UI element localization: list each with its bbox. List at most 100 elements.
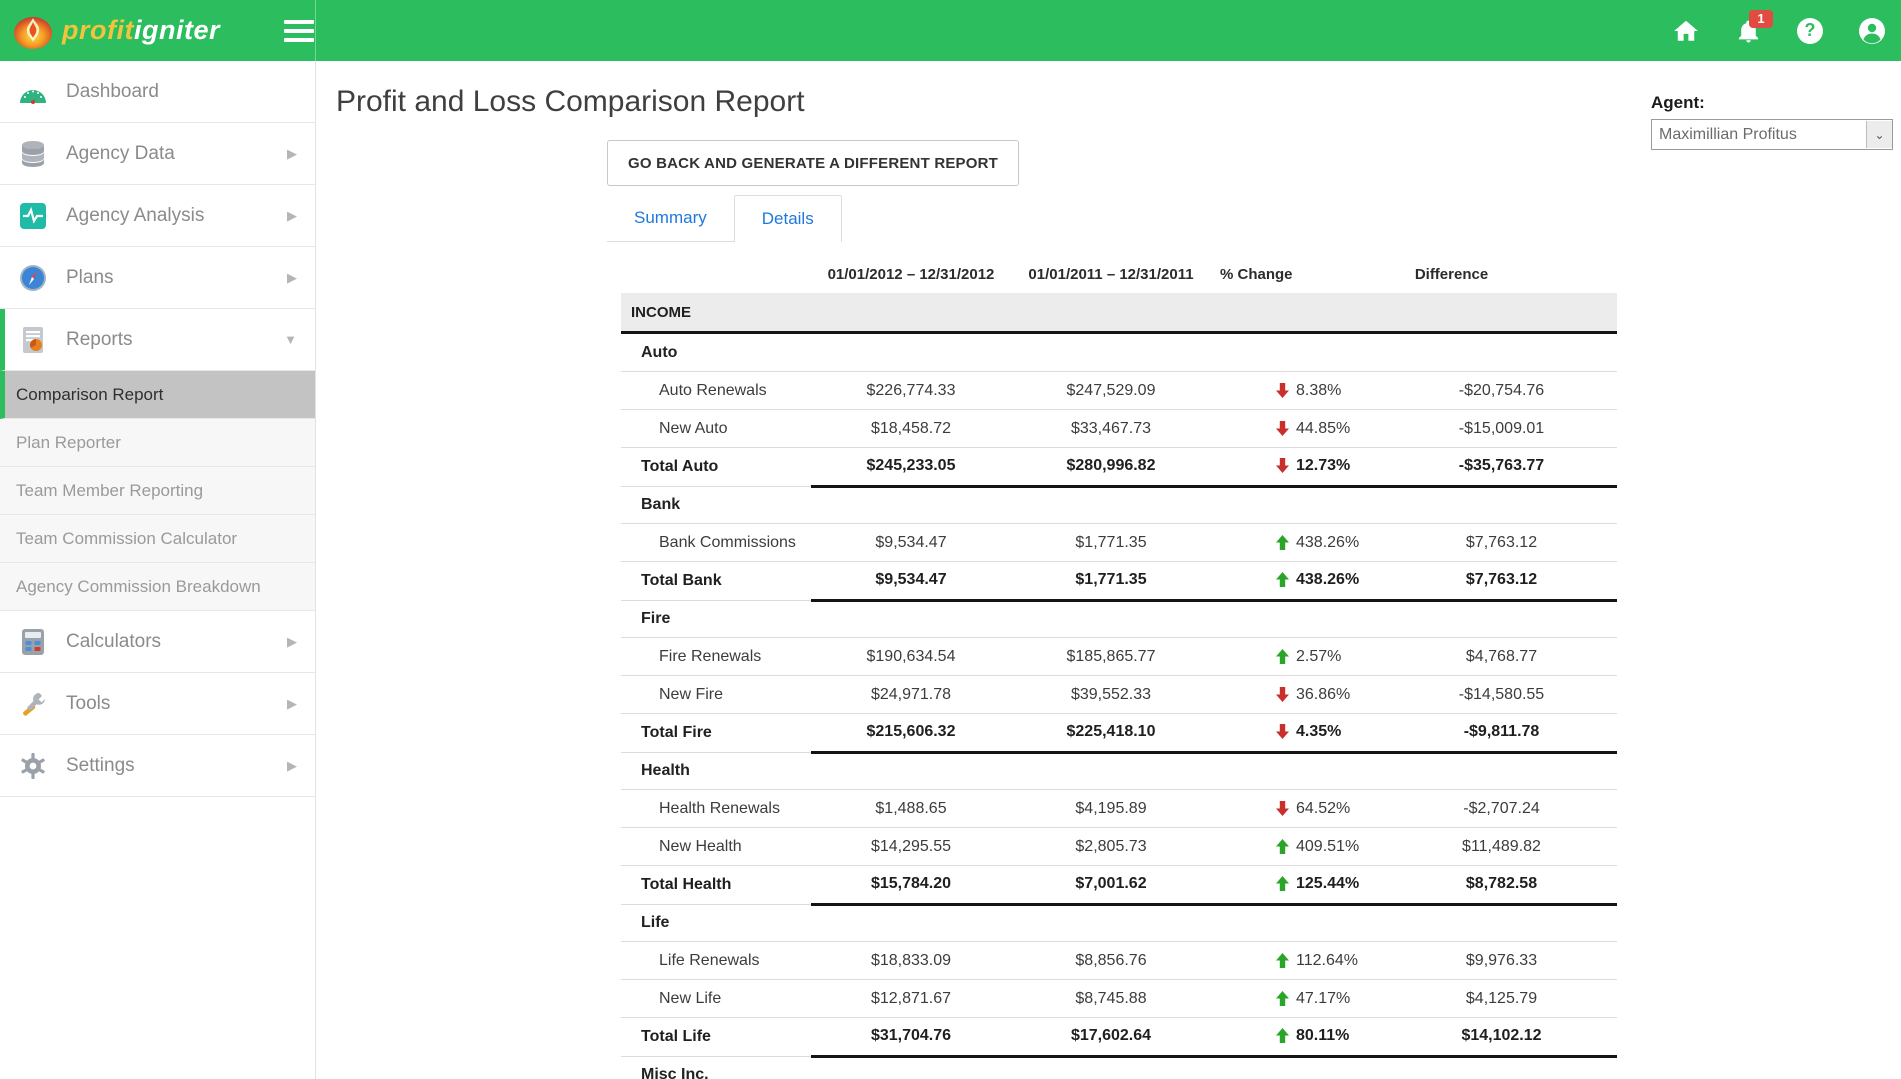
sidebar-item-agency-data[interactable]: Agency Data ▶ <box>0 123 315 185</box>
sidebar-item-dashboard[interactable]: Dashboard <box>0 61 315 123</box>
account-icon[interactable] <box>1859 18 1885 44</box>
value-2011 <box>1011 486 1211 523</box>
data-row: New Life$12,871.67$8,745.8847.17%$4,125.… <box>621 980 1617 1018</box>
tab-details[interactable]: Details <box>734 195 842 242</box>
difference: $7,763.12 <box>1386 524 1617 561</box>
difference <box>1386 600 1617 637</box>
sidebar-subitem-agency-commission-breakdown[interactable]: Agency Commission Breakdown <box>0 563 315 611</box>
sidebar-item-label: Plans <box>66 267 114 289</box>
sidebar-item-calculators[interactable]: Calculators ▶ <box>0 611 315 673</box>
chevron-right-icon: ▶ <box>287 146 297 162</box>
up-arrow-icon <box>1276 839 1289 854</box>
down-arrow-icon <box>1276 458 1289 473</box>
row-label: Misc Inc. <box>621 1056 811 1079</box>
difference: -$20,754.76 <box>1386 372 1617 409</box>
data-row: Bank Commissions$9,534.47$1,771.35438.26… <box>621 524 1617 562</box>
value-2011: $8,856.76 <box>1011 942 1211 979</box>
menu-toggle-icon[interactable] <box>284 20 314 42</box>
brand-logo[interactable]: profitigniter <box>0 11 262 51</box>
sidebar-item-label: Settings <box>66 755 135 777</box>
chevron-down-icon: ▼ <box>284 332 297 347</box>
pulse-chart-icon <box>18 201 48 231</box>
total-row: Total Fire$215,606.32$225,418.104.35%-$9… <box>621 714 1617 752</box>
down-arrow-icon <box>1276 383 1289 398</box>
row-label: Total Auto <box>621 448 811 487</box>
row-label: Health Renewals <box>621 790 811 827</box>
data-row: Fire Renewals$190,634.54$185,865.772.57%… <box>621 638 1617 676</box>
value-2011: $185,865.77 <box>1011 638 1211 675</box>
main-content: Profit and Loss Comparison Report Agent:… <box>316 61 1901 1079</box>
sidebar-item-label: Agency Data <box>66 143 175 165</box>
section-row: Auto <box>621 334 1617 372</box>
difference: -$14,580.55 <box>1386 676 1617 713</box>
row-label: Bank Commissions <box>621 524 811 561</box>
value-2011 <box>1011 600 1211 637</box>
value-2011: $280,996.82 <box>1011 447 1211 488</box>
sidebar-subitem-team-member-reporting[interactable]: Team Member Reporting <box>0 467 315 515</box>
value-2012: $14,295.55 <box>811 828 1011 865</box>
select-arrow-icon: ⌄ <box>1866 121 1892 148</box>
row-label: Fire Renewals <box>621 638 811 675</box>
section-income-header: INCOME <box>621 293 1617 334</box>
value-2011: $2,805.73 <box>1011 828 1211 865</box>
flame-logo-icon <box>12 11 54 51</box>
up-arrow-icon <box>1276 991 1289 1006</box>
help-icon[interactable]: ? <box>1797 18 1823 44</box>
percent-change: 64.52% <box>1211 790 1386 827</box>
tab-summary[interactable]: Summary <box>607 195 734 242</box>
sidebar-item-settings[interactable]: Settings ▶ <box>0 735 315 797</box>
sidebar-subitem-plan-reporter[interactable]: Plan Reporter <box>0 419 315 467</box>
value-2011 <box>1011 334 1211 371</box>
up-arrow-icon <box>1276 876 1289 891</box>
sidebar-item-agency-analysis[interactable]: Agency Analysis ▶ <box>0 185 315 247</box>
section-row: Life <box>621 904 1617 942</box>
section-row: Bank <box>621 486 1617 524</box>
row-label: Auto Renewals <box>621 372 811 409</box>
value-2011: $33,467.73 <box>1011 410 1211 447</box>
row-label: Life <box>621 904 811 941</box>
top-bar: profitigniter 1 ? <box>0 0 1901 61</box>
sidebar-item-plans[interactable]: Plans ▶ <box>0 247 315 309</box>
comparison-table: 01/01/2012 – 12/31/2012 01/01/2011 – 12/… <box>621 255 1617 1079</box>
sidebar-subitem-team-commission-calculator[interactable]: Team Commission Calculator <box>0 515 315 563</box>
header-period-2011: 01/01/2011 – 12/31/2011 <box>1011 255 1211 293</box>
data-row: Life Renewals$18,833.09$8,856.76112.64%$… <box>621 942 1617 980</box>
go-back-button[interactable]: GO BACK AND GENERATE A DIFFERENT REPORT <box>607 140 1019 186</box>
difference: $14,102.12 <box>1386 1017 1617 1058</box>
notifications-bell-icon[interactable]: 1 <box>1735 18 1761 44</box>
value-2011: $8,745.88 <box>1011 980 1211 1017</box>
difference <box>1386 334 1617 371</box>
difference <box>1386 904 1617 941</box>
difference <box>1386 752 1617 789</box>
up-arrow-icon <box>1276 535 1289 550</box>
difference: -$15,009.01 <box>1386 410 1617 447</box>
value-2011 <box>1011 1056 1211 1079</box>
value-2012 <box>811 334 1011 371</box>
value-2011: $39,552.33 <box>1011 676 1211 713</box>
header-percent-change: % Change <box>1211 255 1386 293</box>
data-row: New Auto$18,458.72$33,467.7344.85%-$15,0… <box>621 410 1617 448</box>
percent-change <box>1211 486 1386 523</box>
up-arrow-icon <box>1276 1028 1289 1043</box>
value-2012: $9,534.47 <box>811 561 1011 602</box>
value-2012 <box>811 752 1011 789</box>
sidebar-item-label: Calculators <box>66 631 161 653</box>
calculator-icon <box>18 627 48 657</box>
difference: $9,976.33 <box>1386 942 1617 979</box>
topbar-divider <box>315 0 316 61</box>
percent-change <box>1211 1056 1386 1079</box>
sidebar-item-tools[interactable]: Tools ▶ <box>0 673 315 735</box>
sidebar-subitem-comparison-report[interactable]: Comparison Report <box>0 371 315 419</box>
value-2012: $190,634.54 <box>811 638 1011 675</box>
percent-change: 438.26% <box>1211 561 1386 602</box>
down-arrow-icon <box>1276 687 1289 702</box>
percent-change: 125.44% <box>1211 865 1386 906</box>
difference: -$2,707.24 <box>1386 790 1617 827</box>
sidebar-item-label: Agency Analysis <box>66 205 204 227</box>
header-period-2012: 01/01/2012 – 12/31/2012 <box>811 255 1011 293</box>
home-icon[interactable] <box>1673 18 1699 44</box>
sidebar-item-reports[interactable]: Reports ▼ <box>0 309 315 371</box>
row-label: Bank <box>621 486 811 523</box>
value-2011: $1,771.35 <box>1011 524 1211 561</box>
agent-select[interactable]: Maximillian Profitus ⌄ <box>1651 119 1893 150</box>
